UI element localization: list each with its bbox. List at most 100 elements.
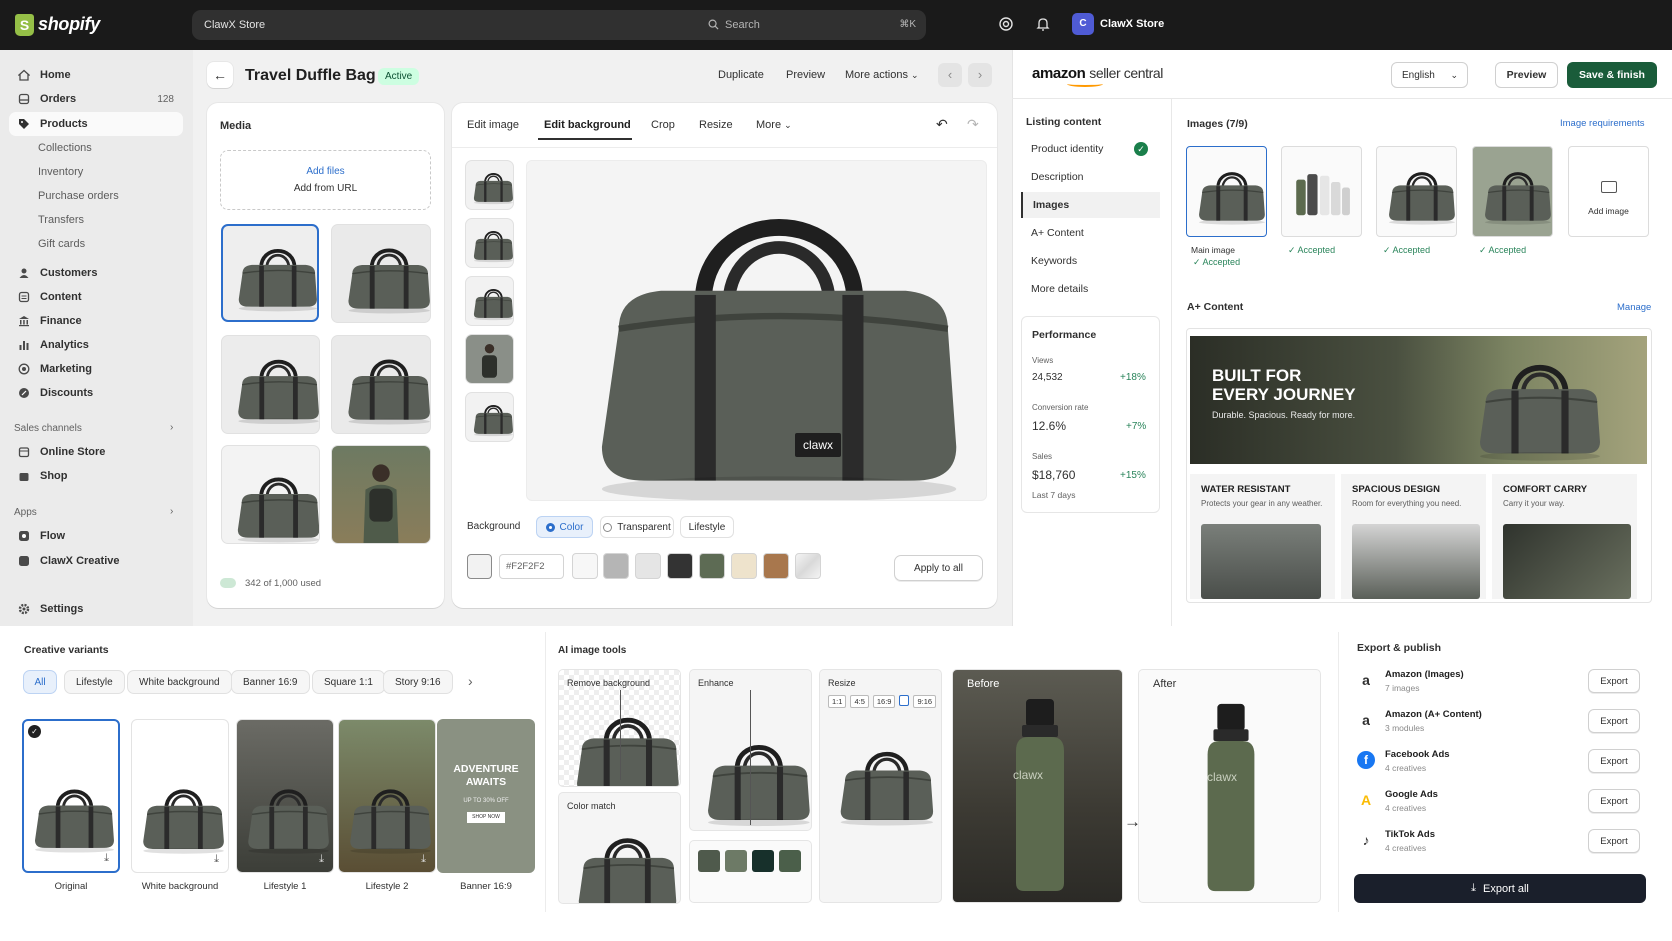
tool-resize[interactable]: Resize 1:1 4:5 16:9 9:16: [819, 669, 942, 903]
export-all-button[interactable]: ⤓ Export all: [1354, 874, 1646, 903]
media-thumb[interactable]: [221, 224, 319, 322]
sidebar-item-analytics[interactable]: Analytics: [9, 333, 183, 357]
editor-thumb[interactable]: [465, 218, 514, 268]
media-thumb[interactable]: [331, 335, 431, 434]
sidebar-item-home[interactable]: Home: [9, 63, 183, 87]
download-icon[interactable]: ⤓: [104, 852, 109, 865]
filter-chip-lifestyle[interactable]: Lifestyle: [64, 670, 125, 694]
color-swatch[interactable]: [572, 553, 598, 579]
export-button[interactable]: Export: [1588, 829, 1640, 853]
color-swatch[interactable]: [699, 553, 725, 579]
sidebar-item-marketing[interactable]: Marketing: [9, 357, 183, 381]
sidebar-item-flow[interactable]: Flow: [9, 524, 183, 548]
color-swatch[interactable]: [603, 553, 629, 579]
nav-product-identity[interactable]: Product identity ✓: [1021, 136, 1160, 162]
image-canvas[interactable]: clawx: [526, 160, 987, 501]
tab-edit-background[interactable]: Edit background: [544, 119, 631, 131]
variant-card-white-background[interactable]: ⤓: [131, 719, 229, 873]
media-thumb[interactable]: [221, 445, 320, 544]
nav-keywords[interactable]: Keywords: [1021, 248, 1160, 274]
after-image[interactable]: After clawx: [1138, 669, 1321, 903]
back-button[interactable]: ←: [207, 62, 233, 88]
apply-to-all-button[interactable]: Apply to all: [894, 555, 983, 581]
filter-chip-banner[interactable]: Banner 16:9: [231, 670, 310, 694]
sidebar-item-orders[interactable]: Orders 128: [9, 87, 183, 111]
filter-chip-square[interactable]: Square 1:1: [312, 670, 385, 694]
manage-link[interactable]: Manage: [1617, 302, 1651, 313]
tab-crop[interactable]: Crop: [651, 119, 675, 131]
sidebar-item-collections[interactable]: Collections: [9, 136, 183, 160]
prev-product-button[interactable]: ‹: [938, 63, 962, 87]
export-button[interactable]: Export: [1588, 669, 1640, 693]
save-finish-button[interactable]: Save & finish: [1567, 62, 1657, 88]
export-button[interactable]: Export: [1588, 789, 1640, 813]
tab-edit-image[interactable]: Edit image: [467, 119, 519, 131]
nav-a-plus-content[interactable]: A+ Content: [1021, 220, 1160, 246]
add-from-url-link[interactable]: Add from URL: [220, 183, 431, 194]
tool-color-match[interactable]: Color match: [558, 792, 681, 904]
editor-thumb[interactable]: [465, 160, 514, 210]
redo-icon[interactable]: ↷: [967, 116, 979, 133]
editor-thumb[interactable]: [465, 392, 514, 442]
editor-thumb[interactable]: [465, 276, 514, 326]
sidebar-item-online-store[interactable]: Online Store: [9, 440, 183, 464]
nav-images[interactable]: Images: [1021, 192, 1160, 218]
variant-card-lifestyle-1[interactable]: ⤓: [236, 719, 334, 873]
undo-icon[interactable]: ↶: [936, 116, 948, 133]
palette-color[interactable]: [725, 850, 747, 872]
media-dropzone[interactable]: [220, 150, 431, 210]
nav-description[interactable]: Description: [1021, 164, 1160, 190]
tool-remove-background[interactable]: Remove background: [558, 669, 681, 787]
sidebar-item-shop[interactable]: Shop: [9, 464, 183, 488]
export-button[interactable]: Export: [1588, 709, 1640, 733]
bg-option-lifestyle[interactable]: Lifestyle: [680, 516, 734, 538]
sidebar-item-clawx-creative[interactable]: ClawX Creative: [9, 549, 183, 573]
amazon-preview-button[interactable]: Preview: [1495, 62, 1558, 88]
bell-icon[interactable]: [1035, 16, 1051, 32]
media-thumb[interactable]: [221, 335, 320, 434]
variant-card-lifestyle-2[interactable]: ⤓: [338, 719, 436, 873]
amazon-image[interactable]: [1281, 146, 1362, 237]
amazon-image[interactable]: [1472, 146, 1553, 237]
marble-texture-swatch[interactable]: [795, 553, 821, 579]
download-icon[interactable]: ⤓: [319, 853, 324, 866]
chevron-right-icon[interactable]: ›: [468, 673, 473, 689]
tool-enhance[interactable]: Enhance: [689, 669, 812, 831]
variant-card-banner[interactable]: ADVENTURE AWAITS UP TO 30% OFF SHOP NOW: [437, 719, 535, 873]
nav-more-details[interactable]: More details: [1021, 276, 1160, 302]
hex-input[interactable]: #F2F2F2: [499, 554, 564, 579]
filter-chip-all[interactable]: All: [23, 670, 57, 694]
export-button[interactable]: Export: [1588, 749, 1640, 773]
sidebar-item-content[interactable]: Content: [9, 285, 183, 309]
bg-option-transparent[interactable]: Transparent: [600, 516, 674, 538]
sidebar-item-finance[interactable]: Finance: [9, 309, 183, 333]
ratio-chip-square-selected[interactable]: [899, 695, 910, 706]
color-swatch[interactable]: [731, 553, 757, 579]
bg-option-color[interactable]: Color: [536, 516, 593, 538]
palette-color[interactable]: [698, 850, 720, 872]
media-thumb[interactable]: [331, 445, 431, 544]
editor-thumb[interactable]: [465, 334, 514, 384]
chevron-right-icon[interactable]: ›: [170, 422, 173, 433]
media-thumb[interactable]: [331, 224, 431, 323]
sidebar-item-transfers[interactable]: Transfers: [9, 208, 183, 232]
duplicate-button[interactable]: Duplicate: [718, 69, 764, 81]
tab-more[interactable]: More ⌄: [756, 119, 792, 131]
ratio-chip[interactable]: 16:9: [872, 695, 896, 708]
next-product-button[interactable]: ›: [968, 63, 992, 87]
palette-color[interactable]: [752, 850, 774, 872]
ratio-chip[interactable]: 4:5: [850, 695, 869, 708]
before-image[interactable]: Before clawx: [952, 669, 1123, 903]
current-color-swatch[interactable]: [467, 554, 492, 579]
filter-chip-white-background[interactable]: White background: [127, 670, 232, 694]
tab-resize[interactable]: Resize: [699, 119, 733, 131]
ratio-chip[interactable]: 1:1: [828, 695, 847, 708]
amazon-main-image[interactable]: [1186, 146, 1267, 237]
sidebar-item-inventory[interactable]: Inventory: [9, 160, 183, 184]
color-swatch[interactable]: [635, 553, 661, 579]
sidebar-item-purchase-orders[interactable]: Purchase orders: [9, 184, 183, 208]
variant-card-original[interactable]: ✓ ⤓: [22, 719, 120, 873]
shopify-logo[interactable]: shopify: [38, 14, 100, 35]
filter-chip-story[interactable]: Story 9:16: [383, 670, 453, 694]
download-icon[interactable]: ⤓: [421, 853, 426, 866]
